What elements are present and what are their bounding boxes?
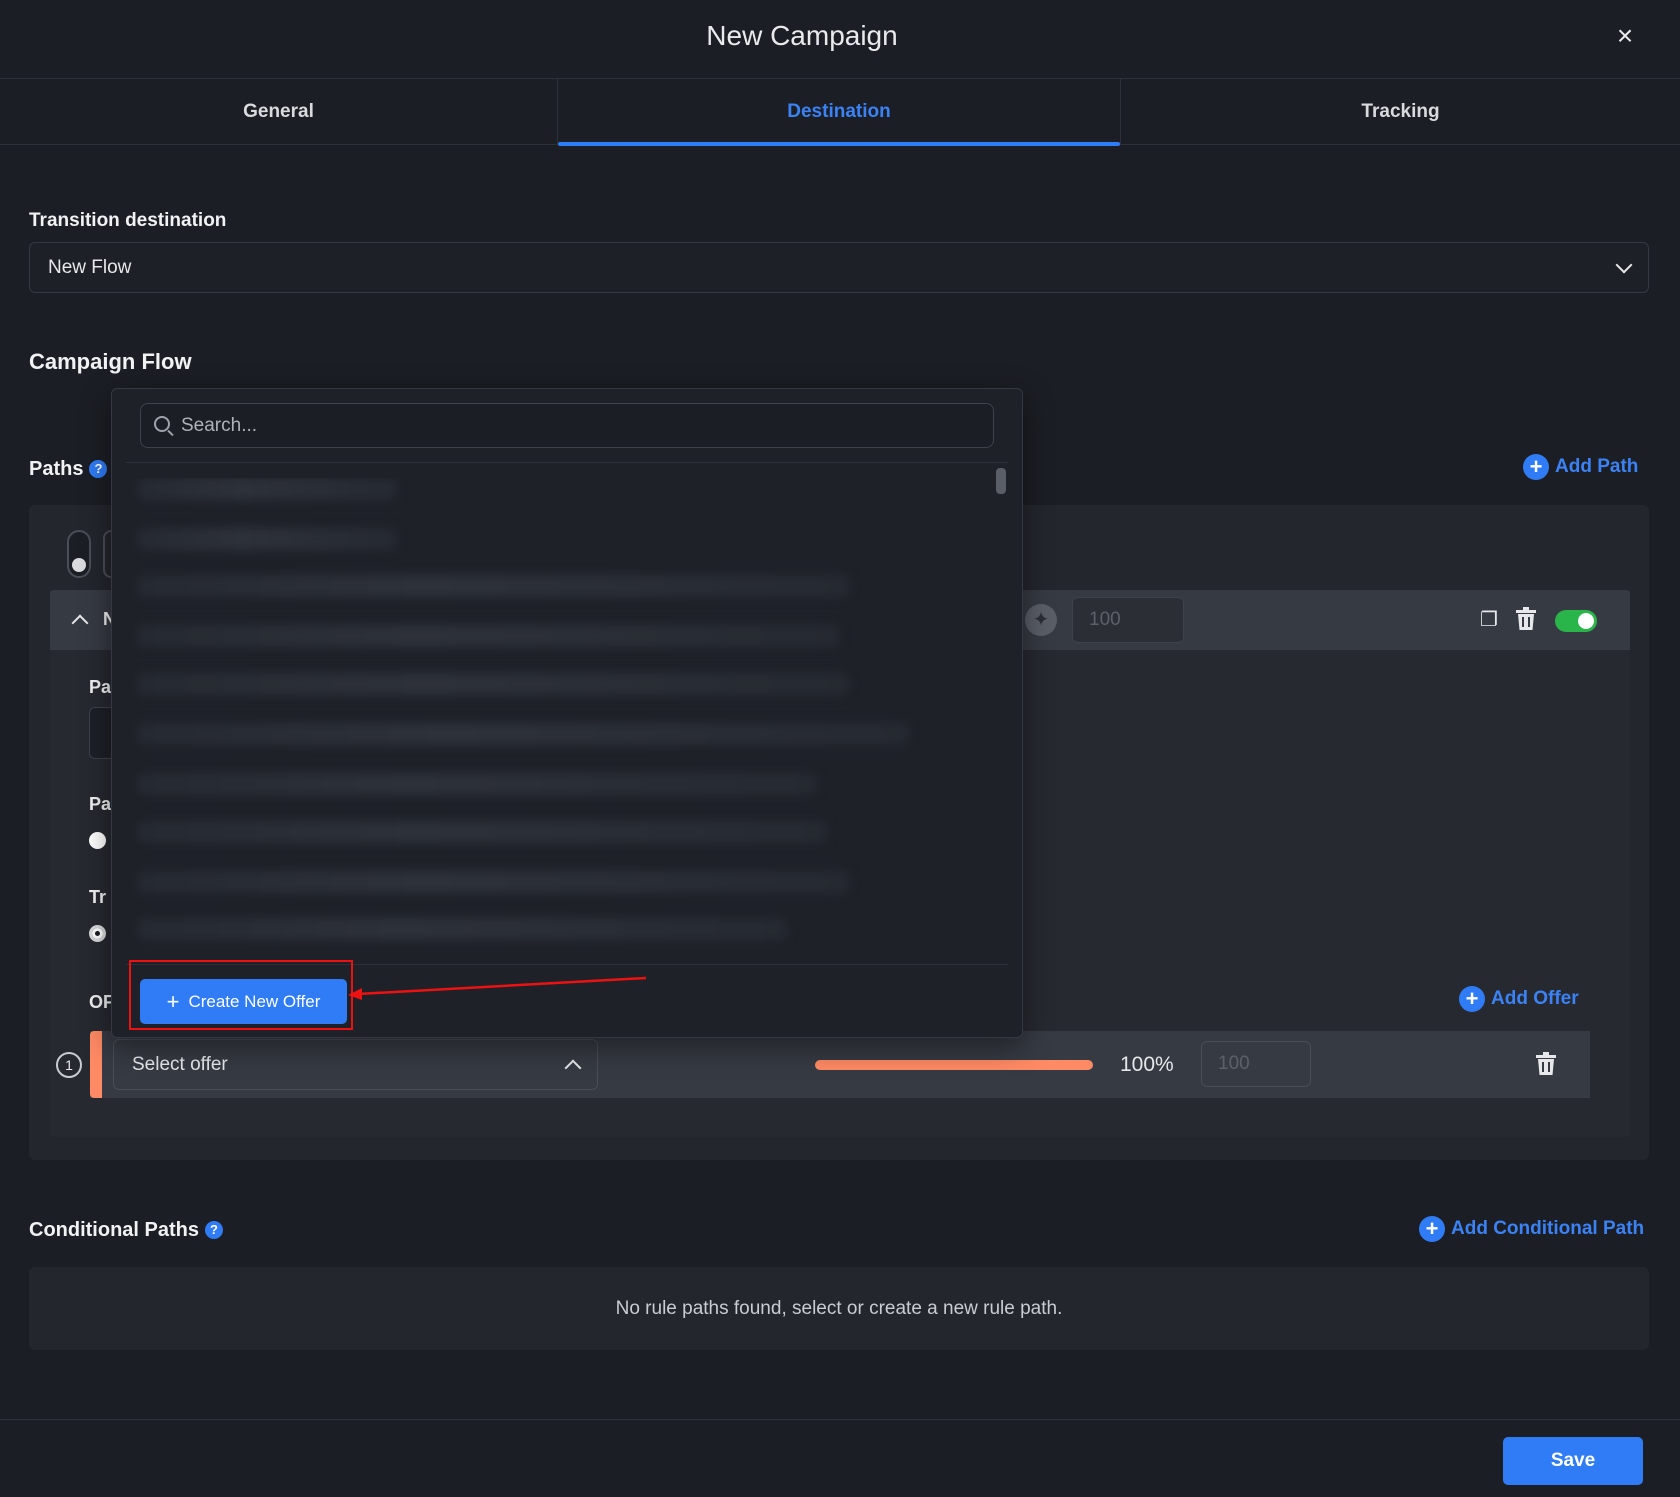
offer-option[interactable] <box>137 575 849 597</box>
switch-knob <box>72 558 86 572</box>
footer-divider <box>0 1419 1680 1420</box>
duplicate-icon[interactable]: ❐ <box>1476 607 1502 633</box>
conditional-paths-title-text: Conditional Paths <box>29 1219 199 1241</box>
annotation-arrow <box>348 976 647 1000</box>
campaign-flow-title: Campaign Flow <box>29 349 192 374</box>
sparkle-icon[interactable]: ✦ <box>1025 604 1057 636</box>
plus-circle-icon: + <box>1459 986 1485 1012</box>
path-field-label-1: Pa <box>89 677 112 697</box>
conditional-paths-title: Conditional Paths? <box>29 1219 223 1242</box>
tab-destination[interactable]: Destination <box>558 79 1121 146</box>
transition-destination-select[interactable]: New Flow <box>29 242 1649 293</box>
add-offer-label: Add Offer <box>1491 988 1579 1009</box>
offer-color-accent <box>90 1031 102 1098</box>
path-enabled-toggle[interactable] <box>1555 610 1597 632</box>
search-icon <box>154 416 170 432</box>
offer-weight-input[interactable]: 100 <box>1201 1041 1311 1087</box>
offer-share-fill <box>815 1060 1093 1070</box>
close-icon[interactable]: × <box>1611 22 1639 50</box>
offer-search-field[interactable] <box>140 403 994 448</box>
trash-icon[interactable] <box>1515 607 1537 631</box>
plus-circle-icon: + <box>1523 454 1549 480</box>
path-radio-1[interactable] <box>89 832 106 849</box>
offer-select-placeholder: Select offer <box>132 1053 228 1075</box>
add-conditional-path-button[interactable]: + Add Conditional Path <box>1419 1216 1644 1242</box>
help-icon[interactable]: ? <box>89 459 108 478</box>
path-field-label-2: Pa <box>89 794 112 814</box>
offer-option[interactable] <box>137 673 849 695</box>
offer-index-badge: 1 <box>56 1052 82 1078</box>
path-type-switch[interactable] <box>67 530 91 578</box>
add-path-button[interactable]: + Add Path <box>1523 454 1638 480</box>
tab-bar: General Destination Tracking <box>0 79 1680 146</box>
offer-option[interactable] <box>137 478 397 500</box>
offer-option[interactable] <box>137 871 849 893</box>
conditional-paths-empty-state: No rule paths found, select or create a … <box>29 1267 1649 1350</box>
offer-trash-icon[interactable] <box>1535 1052 1557 1076</box>
plus-circle-icon: + <box>1419 1216 1445 1242</box>
annotation-highlight-box <box>129 960 353 1030</box>
paths-title: Paths? <box>29 458 108 481</box>
tab-tracking[interactable]: Tracking <box>1121 79 1680 145</box>
offer-share-track <box>815 1060 1093 1070</box>
offer-search-input[interactable] <box>181 414 993 437</box>
add-offer-button[interactable]: + Add Offer <box>1459 986 1579 1012</box>
help-icon[interactable]: ? <box>205 1220 223 1239</box>
offer-option[interactable] <box>137 528 397 550</box>
offer-options-list <box>131 478 991 948</box>
dropdown-scrollbar[interactable] <box>996 468 1006 494</box>
transition-field-label: Tr <box>89 887 107 907</box>
add-conditional-path-label: Add Conditional Path <box>1451 1218 1645 1239</box>
offer-option[interactable] <box>137 821 827 843</box>
offer-share-label: 100% <box>1120 1053 1174 1076</box>
add-path-label: Add Path <box>1555 456 1639 477</box>
transition-radio[interactable] <box>89 925 106 942</box>
transition-destination-label: Transition destination <box>29 210 227 231</box>
chevron-up-icon <box>564 1059 582 1076</box>
paths-title-text: Paths <box>29 458 84 480</box>
offer-option[interactable] <box>137 773 817 795</box>
offer-option[interactable] <box>137 723 909 745</box>
offer-select[interactable]: Select offer <box>113 1039 598 1090</box>
offer-option[interactable] <box>137 918 787 940</box>
tab-general[interactable]: General <box>0 79 558 145</box>
save-button[interactable]: Save <box>1503 1437 1643 1485</box>
path-weight-input[interactable]: 100 <box>1072 597 1184 643</box>
transition-destination-value: New Flow <box>48 256 132 278</box>
offer-option[interactable] <box>137 625 839 647</box>
chevron-down-icon <box>1615 256 1633 273</box>
dropdown-divider-top <box>126 462 1008 463</box>
modal-title: New Campaign <box>706 20 898 51</box>
